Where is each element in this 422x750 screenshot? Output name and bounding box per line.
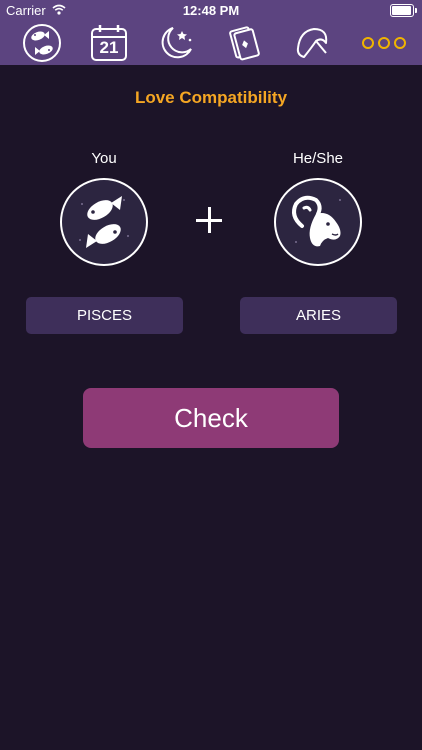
you-label: You (91, 150, 117, 167)
plus-icon (196, 205, 226, 235)
top-tab-bar: 21 (0, 20, 422, 65)
status-time: 12:48 PM (182, 3, 240, 18)
tarot-cards-icon (229, 26, 260, 61)
tab-fortune-cookie[interactable] (291, 22, 333, 64)
pisces-fish-icon (79, 196, 129, 248)
tab-calendar[interactable]: 21 (88, 22, 130, 64)
fortune-cookie-icon (296, 28, 328, 58)
battery-icon (390, 4, 417, 17)
check-button[interactable]: Check (83, 388, 339, 448)
you-sign-button[interactable] (60, 178, 148, 266)
partner-label: He/She (292, 150, 344, 167)
page-title: Love Compatibility (134, 88, 288, 107)
calendar-day: 21 (99, 38, 119, 57)
status-bar: Carrier 12:48 PM (0, 0, 422, 20)
moon-stars-icon (161, 27, 192, 59)
pisces-zodiac-icon (23, 24, 61, 62)
partner-sign-button[interactable] (274, 178, 362, 266)
tab-night[interactable] (155, 22, 197, 64)
you-sign-picker[interactable]: PISCES (26, 297, 183, 334)
partner-sign-picker[interactable]: ARIES (240, 297, 397, 334)
more-dots-icon[interactable] (362, 37, 406, 49)
tab-tarot[interactable] (223, 22, 265, 64)
tab-horoscope[interactable] (21, 22, 63, 64)
aries-ram-icon (292, 195, 341, 247)
